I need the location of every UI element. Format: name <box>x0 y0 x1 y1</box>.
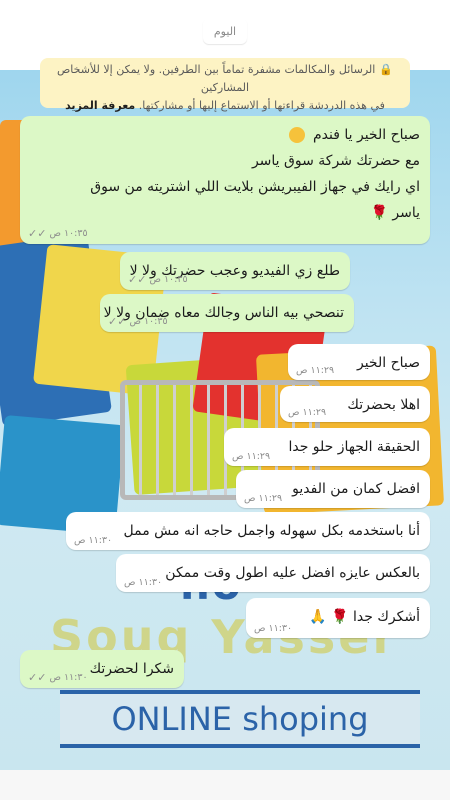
message-bubble-incoming[interactable]: أشكرك جدا 🌹 🙏 ١١:٣٠ ص <box>246 598 430 638</box>
message-text: أشكرك جدا <box>353 609 420 625</box>
rose-icon: 🌹 <box>370 205 388 221</box>
message-text: مع حضرتك شركة سوق ياسر <box>251 153 420 169</box>
notice-line1: الرسائل والمكالمات مشفرة تماماً بين الطر… <box>56 63 376 94</box>
rose-icon: 🌹 <box>331 609 349 625</box>
message-time: ١١:٣٠ ص <box>254 623 293 634</box>
message-text: أنا باستخدمه بكل سهوله واجمل حاجه انه مش… <box>123 523 421 539</box>
message-text: صباح الخير يا فندم <box>312 127 420 143</box>
message-bubble-outgoing[interactable]: تنصحي بيه الناس وجالك معاه ضمان ولا لا ✓… <box>100 294 354 332</box>
message-bubble-incoming[interactable]: اهلا بحضرتك ١١:٢٩ ص <box>280 386 430 422</box>
bottom-strip <box>0 770 450 800</box>
message-time: ١١:٣٠ ص <box>124 577 163 588</box>
message-bubble-incoming[interactable]: افضل كمان من الفديو ١١:٢٩ ص <box>236 470 430 508</box>
read-receipt-icon: ✓✓ <box>28 227 47 240</box>
watermark-tagline: ONLINE shoping <box>60 690 420 748</box>
message-bubble-outgoing[interactable]: طلع زي الفيديو وعجب حضرتك ولا لا ✓✓ ١٠:٣٥… <box>120 252 350 290</box>
notice-line2: في هذه الدردشة قراءتها أو الاستماع إليها… <box>138 99 385 112</box>
read-receipt-icon: ✓✓ <box>128 273 147 286</box>
message-time: ١١:٢٩ ص <box>232 451 271 462</box>
message-time: ١٠:٣٥ ص <box>149 274 188 285</box>
read-receipt-icon: ✓✓ <box>28 671 47 684</box>
folded-hands-icon: 🙏 <box>309 609 327 625</box>
message-time: ١١:٣٠ ص <box>49 672 88 683</box>
message-time: ١٠:٣٥ ص <box>129 316 168 327</box>
message-time: ١١:٢٩ ص <box>296 365 335 376</box>
message-text: بالعكس عايزه افضل عليه اطول وقت ممكن <box>165 565 420 581</box>
message-time: ١١:٣٠ ص <box>74 535 113 546</box>
message-time: ١١:٢٩ ص <box>288 407 327 418</box>
message-bubble-incoming[interactable]: الحقيقة الجهاز حلو جدا ١١:٢٩ ص <box>224 428 430 466</box>
message-text: ياسر <box>392 205 420 221</box>
message-bubble-incoming[interactable]: أنا باستخدمه بكل سهوله واجمل حاجه انه مش… <box>66 512 430 550</box>
message-bubble-incoming[interactable]: بالعكس عايزه افضل عليه اطول وقت ممكن ١١:… <box>116 554 430 592</box>
message-bubble-outgoing[interactable]: صباح الخير يا فندم مع حضرتك شركة سوق ياس… <box>20 116 430 244</box>
message-bubble-outgoing[interactable]: شكرا لحضرتك ✓✓ ١١:٣٠ ص <box>20 650 184 688</box>
read-receipt-icon: ✓✓ <box>108 315 127 328</box>
message-time: ١١:٢٩ ص <box>244 493 283 504</box>
smiling-face-with-hearts-icon <box>288 127 305 143</box>
encryption-notice[interactable]: 🔒الرسائل والمكالمات مشفرة تماماً بين الط… <box>40 58 410 112</box>
message-bubble-incoming[interactable]: صباح الخير ١١:٢٩ ص <box>288 344 430 380</box>
lock-icon: 🔒 <box>379 63 394 76</box>
message-time: ١٠:٣٥ ص <box>49 228 88 239</box>
date-chip: اليوم <box>203 18 247 44</box>
learn-more-link[interactable]: معرفة المزيد <box>65 99 135 112</box>
message-text: اي رايك في جهاز الفيبريشن بلايت اللي اشت… <box>90 179 420 195</box>
